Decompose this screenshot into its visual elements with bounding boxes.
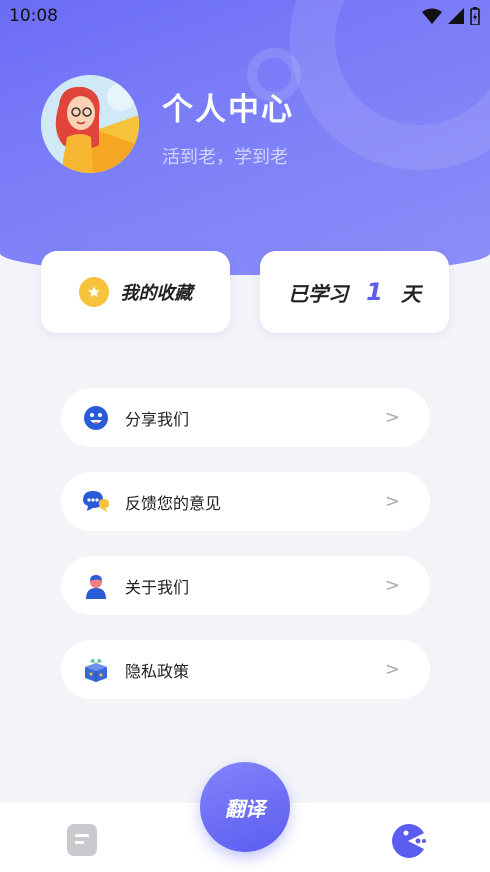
menu-item-share[interactable]: 分享我们 > [61, 388, 430, 447]
person-icon [81, 571, 111, 601]
menu-item-label: 隐私政策 [125, 661, 190, 681]
star-icon [78, 277, 109, 307]
profile-pacman-icon[interactable] [390, 823, 426, 859]
chevron-right-icon: > [384, 491, 400, 512]
favorites-label: 我的收藏 [120, 283, 193, 304]
status-icons [422, 7, 480, 25]
signal-icon [448, 8, 464, 24]
menu-item-about[interactable]: 关于我们 > [61, 556, 430, 615]
smile-icon [81, 403, 111, 433]
menu-item-privacy[interactable]: 隐私政策 > [61, 640, 430, 699]
document-icon[interactable] [66, 823, 98, 857]
menu-item-label: 反馈您的意见 [125, 493, 222, 513]
translate-button[interactable]: 翻译 [200, 762, 290, 852]
chevron-right-icon: > [384, 575, 400, 596]
menu-item-feedback[interactable]: 反馈您的意见 > [61, 472, 430, 531]
chat-bubble-icon [81, 487, 111, 517]
learned-days-count: 1 [366, 278, 383, 306]
wifi-icon [422, 8, 442, 24]
page-title: 个人中心 [162, 92, 294, 128]
menu-item-label: 分享我们 [125, 409, 190, 429]
status-time: 10:08 [9, 6, 58, 26]
status-bar: 10:08 [0, 0, 490, 34]
avatar-illustration [41, 75, 139, 173]
learned-suffix: 天 [400, 281, 421, 306]
learned-days-card: 已学习 1 天 [260, 251, 449, 333]
chevron-right-icon: > [384, 659, 400, 680]
box-icon [81, 655, 111, 685]
page-subtitle: 活到老，学到老 [162, 147, 288, 168]
menu-item-label: 关于我们 [125, 577, 190, 597]
avatar[interactable] [41, 75, 139, 173]
favorites-card[interactable]: 我的收藏 [41, 251, 230, 333]
chevron-right-icon: > [384, 407, 400, 428]
battery-icon [470, 7, 480, 25]
learned-prefix: 已学习 [288, 281, 349, 306]
